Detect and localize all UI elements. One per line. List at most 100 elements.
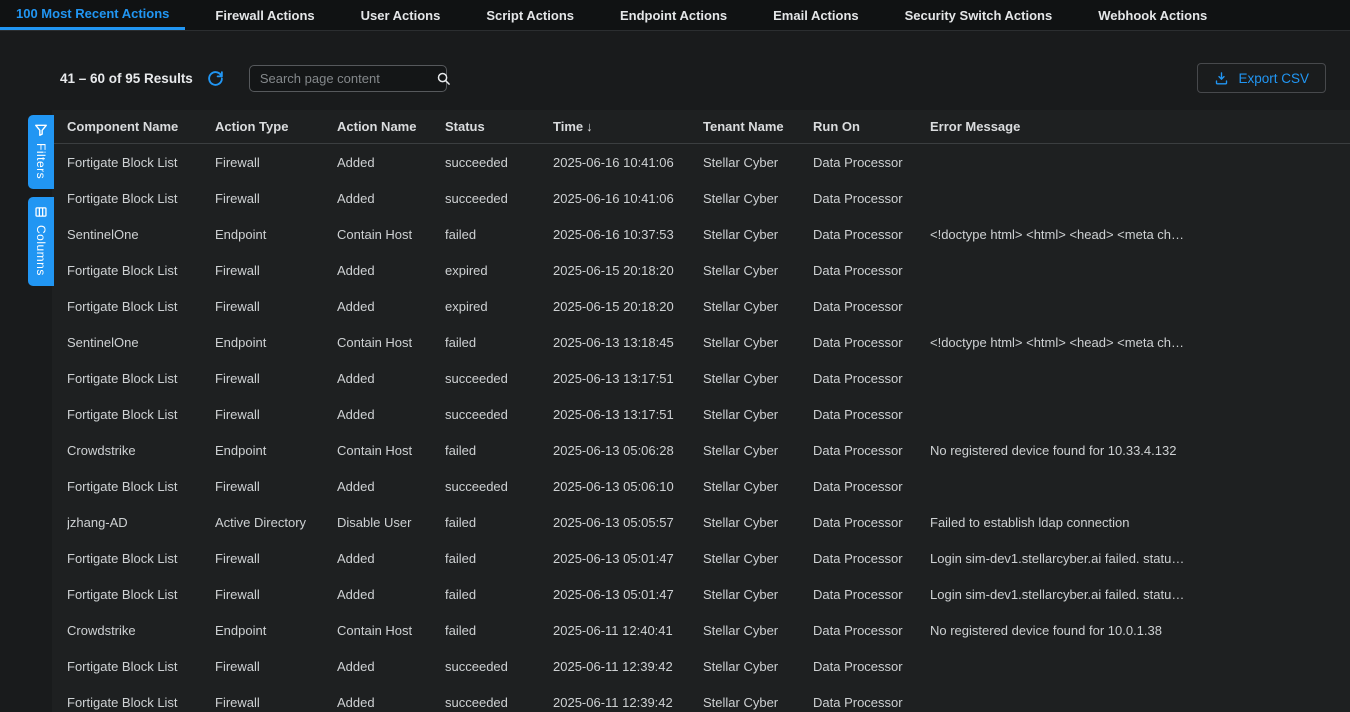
search-icon[interactable] bbox=[436, 71, 451, 86]
table-row[interactable]: Fortigate Block List Firewall Added succ… bbox=[52, 648, 1350, 684]
refresh-icon[interactable] bbox=[207, 69, 225, 87]
table-row[interactable]: SentinelOne Endpoint Contain Host failed… bbox=[52, 324, 1350, 360]
columns-icon bbox=[34, 205, 48, 219]
cell-action-name: Contain Host bbox=[337, 443, 445, 458]
cell-action-type: Active Directory bbox=[215, 515, 337, 530]
table-row[interactable]: Crowdstrike Endpoint Contain Host failed… bbox=[52, 432, 1350, 468]
cell-time: 2025-06-13 05:01:47 bbox=[553, 587, 703, 602]
tab-user-actions[interactable]: User Actions bbox=[345, 0, 457, 30]
column-header-action-type[interactable]: Action Type bbox=[215, 119, 337, 134]
cell-status: succeeded bbox=[445, 479, 553, 494]
column-header-component-name[interactable]: Component Name bbox=[67, 119, 215, 134]
table-row[interactable]: Fortigate Block List Firewall Added succ… bbox=[52, 360, 1350, 396]
table-row[interactable]: Fortigate Block List Firewall Added expi… bbox=[52, 288, 1350, 324]
search-box[interactable] bbox=[249, 65, 447, 92]
cell-tenant-name: Stellar Cyber bbox=[703, 587, 813, 602]
cell-tenant-name: Stellar Cyber bbox=[703, 371, 813, 386]
cell-time: 2025-06-13 13:17:51 bbox=[553, 407, 703, 422]
cell-action-name: Added bbox=[337, 371, 445, 386]
tab-script-actions[interactable]: Script Actions bbox=[470, 0, 590, 30]
cell-status: succeeded bbox=[445, 695, 553, 710]
cell-tenant-name: Stellar Cyber bbox=[703, 155, 813, 170]
side-tab-columns[interactable]: Columns bbox=[28, 197, 54, 286]
cell-status: failed bbox=[445, 551, 553, 566]
cell-action-name: Contain Host bbox=[337, 227, 445, 242]
table-row[interactable]: Fortigate Block List Firewall Added fail… bbox=[52, 576, 1350, 612]
table-header-row: Component Name Action Type Action Name S… bbox=[52, 110, 1350, 144]
column-header-run-on[interactable]: Run On bbox=[813, 119, 930, 134]
column-header-action-name[interactable]: Action Name bbox=[337, 119, 445, 134]
side-tab-filters[interactable]: Filters bbox=[28, 115, 54, 189]
top-tab-bar: 100 Most Recent Actions Firewall Actions… bbox=[0, 0, 1350, 31]
cell-tenant-name: Stellar Cyber bbox=[703, 407, 813, 422]
cell-action-name: Added bbox=[337, 263, 445, 278]
cell-action-name: Added bbox=[337, 479, 445, 494]
table-row[interactable]: Fortigate Block List Firewall Added succ… bbox=[52, 180, 1350, 216]
cell-tenant-name: Stellar Cyber bbox=[703, 515, 813, 530]
tab-100-most-recent-actions[interactable]: 100 Most Recent Actions bbox=[0, 0, 185, 30]
cell-status: failed bbox=[445, 443, 553, 458]
filter-icon bbox=[34, 123, 48, 137]
side-tab-filters-label: Filters bbox=[34, 143, 48, 179]
cell-time: 2025-06-13 05:01:47 bbox=[553, 551, 703, 566]
cell-time: 2025-06-16 10:41:06 bbox=[553, 191, 703, 206]
table-row[interactable]: Fortigate Block List Firewall Added expi… bbox=[52, 252, 1350, 288]
export-csv-label: Export CSV bbox=[1238, 71, 1309, 86]
search-input[interactable] bbox=[260, 71, 436, 86]
cell-component-name: Fortigate Block List bbox=[67, 191, 215, 206]
tab-webhook-actions[interactable]: Webhook Actions bbox=[1082, 0, 1223, 30]
tab-security-switch-actions[interactable]: Security Switch Actions bbox=[889, 0, 1069, 30]
cell-tenant-name: Stellar Cyber bbox=[703, 479, 813, 494]
side-tab-columns-label: Columns bbox=[34, 225, 48, 276]
table-row[interactable]: Crowdstrike Endpoint Contain Host failed… bbox=[52, 612, 1350, 648]
cell-action-type: Endpoint bbox=[215, 623, 337, 638]
cell-tenant-name: Stellar Cyber bbox=[703, 335, 813, 350]
export-csv-button[interactable]: Export CSV bbox=[1197, 63, 1326, 93]
table-row[interactable]: Fortigate Block List Firewall Added succ… bbox=[52, 684, 1350, 712]
cell-error-message: Login sim-dev1.stellarcyber.ai failed. s… bbox=[930, 587, 1350, 602]
cell-time: 2025-06-16 10:41:06 bbox=[553, 155, 703, 170]
cell-component-name: Fortigate Block List bbox=[67, 263, 215, 278]
cell-status: expired bbox=[445, 299, 553, 314]
table-body: Fortigate Block List Firewall Added succ… bbox=[52, 144, 1350, 712]
cell-action-type: Firewall bbox=[215, 587, 337, 602]
cell-run-on: Data Processor bbox=[813, 695, 930, 710]
column-header-tenant-name[interactable]: Tenant Name bbox=[703, 119, 813, 134]
cell-tenant-name: Stellar Cyber bbox=[703, 227, 813, 242]
cell-error-message: <!doctype html> <html> <head> <meta ch… bbox=[930, 227, 1350, 242]
cell-run-on: Data Processor bbox=[813, 623, 930, 638]
column-header-error-message[interactable]: Error Message bbox=[930, 119, 1350, 134]
column-header-time[interactable]: Time↓ bbox=[553, 119, 703, 134]
tab-firewall-actions[interactable]: Firewall Actions bbox=[199, 0, 330, 30]
cell-status: succeeded bbox=[445, 371, 553, 386]
tab-email-actions[interactable]: Email Actions bbox=[757, 0, 874, 30]
cell-component-name: Fortigate Block List bbox=[67, 551, 215, 566]
cell-component-name: jzhang-AD bbox=[67, 515, 215, 530]
cell-action-name: Disable User bbox=[337, 515, 445, 530]
cell-action-name: Contain Host bbox=[337, 335, 445, 350]
cell-action-name: Added bbox=[337, 299, 445, 314]
table-row[interactable]: jzhang-AD Active Directory Disable User … bbox=[52, 504, 1350, 540]
cell-time: 2025-06-11 12:39:42 bbox=[553, 695, 703, 710]
cell-component-name: Fortigate Block List bbox=[67, 299, 215, 314]
cell-run-on: Data Processor bbox=[813, 227, 930, 242]
table-row[interactable]: Fortigate Block List Firewall Added succ… bbox=[52, 396, 1350, 432]
column-header-status[interactable]: Status bbox=[445, 119, 553, 134]
cell-action-type: Firewall bbox=[215, 155, 337, 170]
cell-action-name: Added bbox=[337, 155, 445, 170]
table-row[interactable]: SentinelOne Endpoint Contain Host failed… bbox=[52, 216, 1350, 252]
cell-time: 2025-06-16 10:37:53 bbox=[553, 227, 703, 242]
cell-action-type: Endpoint bbox=[215, 227, 337, 242]
cell-action-name: Added bbox=[337, 407, 445, 422]
table-row[interactable]: Fortigate Block List Firewall Added succ… bbox=[52, 468, 1350, 504]
cell-time: 2025-06-13 05:05:57 bbox=[553, 515, 703, 530]
table-row[interactable]: Fortigate Block List Firewall Added fail… bbox=[52, 540, 1350, 576]
cell-component-name: Fortigate Block List bbox=[67, 695, 215, 710]
cell-error-message: <!doctype html> <html> <head> <meta ch… bbox=[930, 335, 1350, 350]
cell-status: failed bbox=[445, 587, 553, 602]
cell-run-on: Data Processor bbox=[813, 407, 930, 422]
tab-endpoint-actions[interactable]: Endpoint Actions bbox=[604, 0, 743, 30]
cell-component-name: Fortigate Block List bbox=[67, 371, 215, 386]
cell-action-type: Firewall bbox=[215, 407, 337, 422]
table-row[interactable]: Fortigate Block List Firewall Added succ… bbox=[52, 144, 1350, 180]
